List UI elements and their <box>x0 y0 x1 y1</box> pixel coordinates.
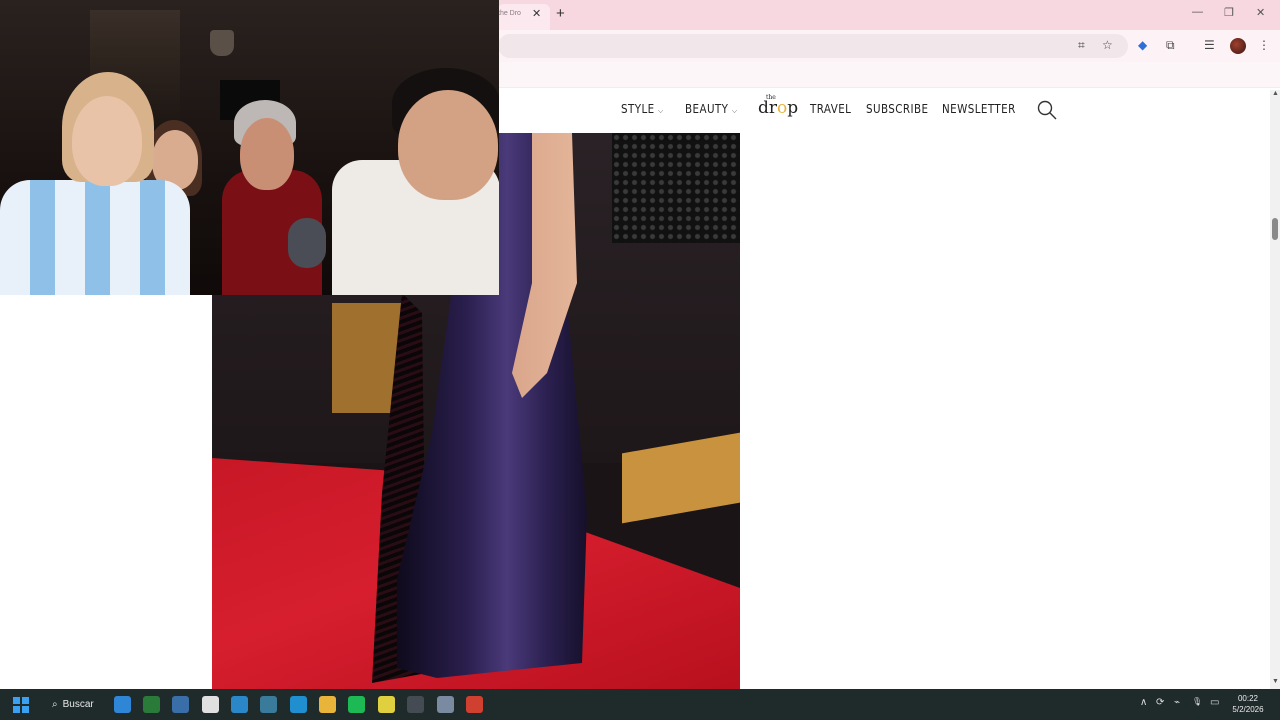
scroll-up-arrow-icon[interactable]: ▲ <box>1272 90 1279 97</box>
taskbar-clock[interactable]: 00:22 5/2/2026 <box>1228 693 1268 715</box>
taskbar-app-chrome-active-icon[interactable] <box>466 696 483 713</box>
tray-chevron-icon[interactable]: ∧ <box>1140 697 1147 708</box>
nav-style[interactable]: STYLE ⌵ <box>621 102 664 116</box>
taskbar-app-obs-icon[interactable] <box>407 696 424 713</box>
taskbar-app-calculator-icon[interactable] <box>172 696 189 713</box>
taskbar-app-chrome-icon[interactable] <box>378 696 395 713</box>
star-icon[interactable]: ☆ <box>1102 38 1113 52</box>
clock-time: 00:22 <box>1237 694 1259 703</box>
nav-travel[interactable]: TRAVEL <box>810 102 851 116</box>
taskbar-app-settings-icon[interactable] <box>437 696 454 713</box>
nav-style-label: STYLE <box>621 102 655 116</box>
logo-text-o: o <box>777 98 788 118</box>
scrollbar-thumb[interactable] <box>1272 218 1278 240</box>
search-icon: ⌕ <box>52 699 58 710</box>
taskbar-app-maps-icon[interactable] <box>114 696 131 713</box>
chevron-down-icon: ⌵ <box>731 106 738 115</box>
clock-date: 5/2/2026 <box>1232 705 1264 714</box>
taskbar-app-notepad-icon[interactable] <box>231 696 248 713</box>
taskbar-search-label: Buscar <box>62 699 94 710</box>
profile-avatar[interactable] <box>1230 38 1246 54</box>
scroll-down-arrow-icon[interactable]: ▼ <box>1272 678 1279 685</box>
restore-button[interactable]: ❐ <box>1224 6 1234 19</box>
browser-tab[interactable]: the Dro ✕ <box>498 4 550 30</box>
nav-newsletter[interactable]: NEWSLETTER <box>942 102 1016 116</box>
windows-taskbar: ⌕ Buscar ∧ ⟳ ⌁ 🎙 ▭ 00:22 5/2/2026 <box>0 689 1280 720</box>
taskbar-app-edge-icon[interactable] <box>290 696 307 713</box>
windows-start-icon[interactable] <box>13 697 29 713</box>
logo-text-b: p <box>787 98 799 118</box>
taskbar-app-store-icon[interactable] <box>143 696 160 713</box>
taskbar-app-office-icon[interactable] <box>202 696 219 713</box>
menu-icon[interactable]: ⋮ <box>1258 38 1270 52</box>
site-logo[interactable]: the drop <box>758 94 799 118</box>
reading-list-icon[interactable]: ☰ <box>1204 38 1215 52</box>
nav-beauty-label: BEAUTY <box>685 102 729 116</box>
sync-icon[interactable]: ⟳ <box>1156 697 1164 708</box>
microphone <box>288 218 326 268</box>
tab-title: the Dro <box>498 10 521 17</box>
new-tab-button[interactable]: + <box>556 5 565 22</box>
minimize-button[interactable]: — <box>1192 6 1203 18</box>
search-icon[interactable] <box>1036 99 1058 121</box>
usb-icon[interactable]: ⌁ <box>1174 697 1180 708</box>
photo-mesh-panel <box>612 133 740 243</box>
translate-icon[interactable]: ⌗ <box>1078 38 1085 53</box>
taskbar-app-spotify-icon[interactable] <box>348 696 365 713</box>
close-window-button[interactable]: ✕ <box>1256 6 1265 19</box>
screen: the Dro ✕ + — ❐ ✕ ⌗ ☆ ◆ ⧉ ☰ ⋮ STYLE ⌵ BEA… <box>0 0 1280 720</box>
logo-text-a: dr <box>758 98 778 118</box>
microphone-icon[interactable]: 🎙 <box>1192 697 1202 706</box>
logo-the: the <box>766 94 776 101</box>
nav-beauty[interactable]: BEAUTY ⌵ <box>685 102 738 116</box>
webcam-lamp <box>210 30 234 56</box>
taskbar-app-network-icon[interactable] <box>260 696 277 713</box>
tab-close-icon[interactable]: ✕ <box>532 7 541 20</box>
nav-subscribe[interactable]: SUBSCRIBE <box>866 102 928 116</box>
taskbar-app-explorer-icon[interactable] <box>319 696 336 713</box>
page-scrollbar[interactable] <box>1270 90 1280 690</box>
taskbar-search[interactable]: ⌕ Buscar <box>44 695 102 714</box>
webcam-overlay <box>0 0 499 295</box>
extension-blue-icon[interactable]: ◆ <box>1138 38 1147 52</box>
extensions-icon[interactable]: ⧉ <box>1166 38 1175 53</box>
chevron-down-icon: ⌵ <box>658 106 664 115</box>
address-bar[interactable] <box>498 34 1128 58</box>
display-icon[interactable]: ▭ <box>1210 697 1219 708</box>
